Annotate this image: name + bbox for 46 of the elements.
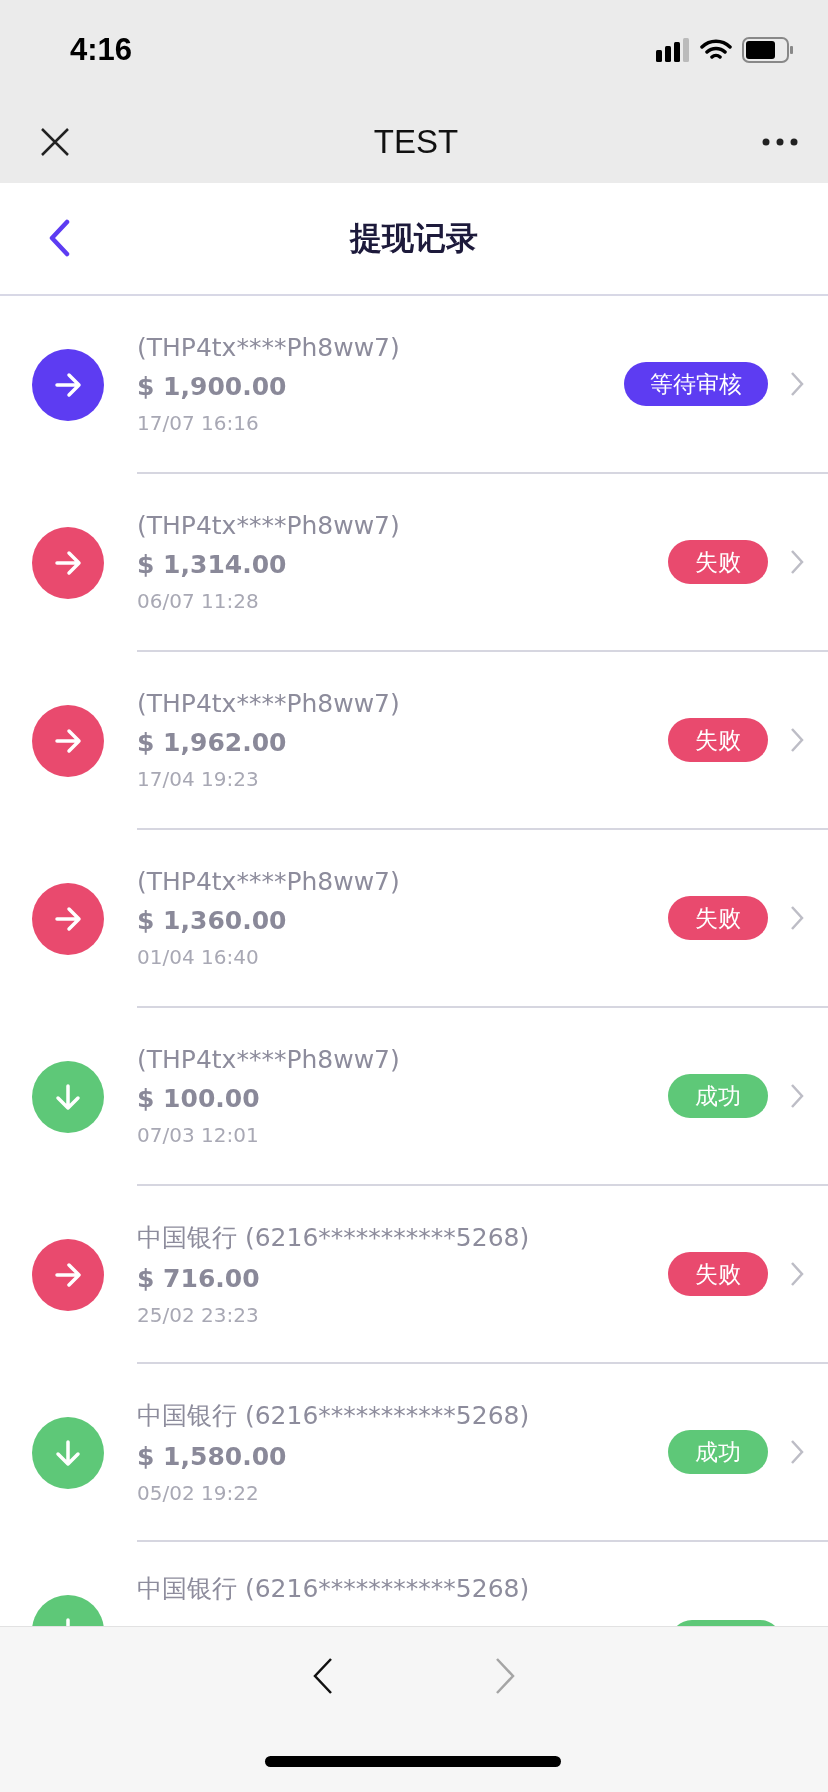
status-time: 4:16 <box>70 32 133 68</box>
browser-back-button[interactable] <box>312 1657 334 1695</box>
date-label: 06/07 11:28 <box>137 589 260 613</box>
date-label: 25/02 23:23 <box>137 1303 260 1327</box>
status-badge: 失败 <box>668 718 768 762</box>
account-label: (THP4tx****Ph8ww7) <box>137 1045 401 1074</box>
date-label: 07/03 12:01 <box>137 1123 260 1147</box>
wifi-icon <box>700 38 732 62</box>
amount-label: $ 1,314.00 <box>137 550 288 579</box>
account-label: (THP4tx****Ph8ww7) <box>137 333 401 362</box>
amount-label: $ 1,962.00 <box>137 728 288 757</box>
account-label: (THP4tx****Ph8ww7) <box>137 689 401 718</box>
screen-title: 提现记录 <box>350 217 478 259</box>
chevron-right-icon[interactable] <box>790 371 804 397</box>
status-badge: 成功 <box>668 1074 768 1118</box>
status-badge: 失败 <box>668 1252 768 1296</box>
amount-label: $ 100.00 <box>137 1084 261 1113</box>
chevron-right-icon[interactable] <box>790 905 804 931</box>
battery-icon <box>742 37 794 63</box>
more-icon[interactable] <box>762 137 798 146</box>
chevron-right-icon[interactable] <box>790 549 804 575</box>
date-label: 17/04 19:23 <box>137 767 260 791</box>
chevron-right-icon[interactable] <box>790 1083 804 1109</box>
amount-label: $ 1,580.00 <box>137 1442 288 1471</box>
status-badge: 等待审核 <box>624 362 768 406</box>
amount-label: $ 716.00 <box>137 1264 261 1293</box>
signal-icon <box>656 38 690 62</box>
back-button[interactable] <box>48 219 70 257</box>
chevron-right-icon[interactable] <box>790 727 804 753</box>
status-badge: 成功 <box>668 1430 768 1474</box>
chevron-right-icon[interactable] <box>790 1261 804 1287</box>
amount-label: $ 1,360.00 <box>137 906 288 935</box>
date-label: 17/07 16:16 <box>137 411 260 435</box>
date-label: 01/04 16:40 <box>137 945 260 969</box>
page-title: TEST <box>373 122 459 161</box>
account-label: (THP4tx****Ph8ww7) <box>137 867 401 896</box>
status-badge: 失败 <box>668 896 768 940</box>
amount-label: $ 1,900.00 <box>137 372 288 401</box>
date-label: 05/02 19:22 <box>137 1481 260 1505</box>
account-label: 中国银行 (6216***********5268) <box>137 1400 531 1432</box>
account-label: 中国银行 (6216***********5268) <box>137 1222 531 1254</box>
chevron-right-icon[interactable] <box>790 1439 804 1465</box>
account-label: 中国银行 (6216***********5268) <box>137 1573 531 1605</box>
close-icon[interactable] <box>40 126 70 157</box>
account-label: (THP4tx****Ph8ww7) <box>137 511 401 540</box>
status-badge: 失败 <box>668 540 768 584</box>
